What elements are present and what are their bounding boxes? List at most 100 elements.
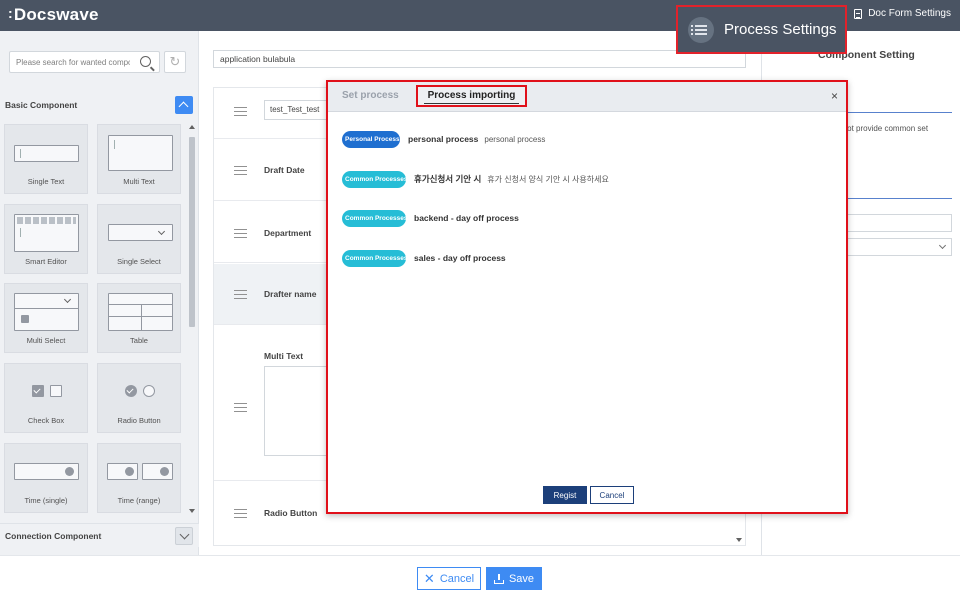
time-range-start-icon [107,463,138,480]
row-label: Drafter name [264,289,317,299]
row-text-input[interactable]: test_Test_test [264,100,334,120]
process-name: 휴가신청서 기안 시 [414,174,482,184]
component-time-single[interactable]: Time (single) [4,443,88,513]
form-title-input[interactable]: application bulabula [213,50,746,68]
component-search [9,51,160,73]
save-button[interactable]: Save [486,567,542,590]
process-settings-button[interactable]: Process Settings [676,5,847,54]
logo-text: Docswave [13,5,99,24]
bottom-action-bar: ✕ Cancel Save [0,555,960,592]
component-palette: ↻ Basic Component Single Text Multi Text… [0,31,199,555]
component-search-input[interactable] [10,52,130,72]
logo-mark-icon: : [8,5,13,21]
single-select-icon [108,224,173,241]
component-label: Smart Editor [25,257,67,266]
drag-handle-icon[interactable] [234,107,247,116]
basic-component-title: Basic Component [5,100,78,110]
save-icon [493,573,504,584]
row-label: Draft Date [264,165,305,175]
component-label: Multi Select [26,336,66,345]
component-label: Radio Button [117,416,161,425]
modal-header: Set process Process importing × [328,82,846,112]
process-modal: Set process Process importing × Personal… [326,80,848,514]
process-name: backend - day off process [414,213,519,223]
common-process-badge: Common Processes [342,170,408,188]
time-range-end-icon [142,463,173,480]
process-item[interactable]: Common Processes 휴가신청서 기안 시 휴가 신청서 양식 기안… [342,169,609,189]
multi-select-icon [14,293,79,331]
checked-box-icon [32,385,44,397]
scroll-down-icon[interactable] [189,509,195,513]
process-name: personal process [408,134,479,144]
refresh-icon: ↻ [169,54,181,69]
app-logo[interactable]: :Docswave [8,5,99,25]
component-table[interactable]: Table [97,283,181,353]
doc-form-settings-button[interactable]: Doc Form Settings [854,8,951,19]
tab-set-process[interactable]: Set process [342,90,399,101]
component-label: Time (range) [117,496,161,505]
connection-component-header[interactable]: Connection Component [0,523,199,547]
component-label: Check Box [27,416,65,425]
close-icon: ✕ [423,571,435,586]
process-item[interactable]: Common Processes sales - day off process [342,248,506,268]
drag-handle-icon[interactable] [234,403,247,412]
close-icon[interactable]: × [831,89,838,103]
component-label: Multi Text [123,177,155,186]
component-label: Single Select [117,257,161,266]
personal-process-badge: Personal Process [342,130,400,148]
tab-process-importing[interactable]: Process importing [416,85,527,107]
common-process-badge: Common Processes [342,249,408,267]
component-label: Table [130,336,148,345]
process-item[interactable]: Personal Process personal process person… [342,129,545,149]
row-label: Department [264,228,312,238]
component-label: Single Text [27,177,65,186]
collapse-basic-button[interactable] [175,96,193,114]
modal-cancel-button[interactable]: Cancel [590,486,634,504]
cancel-label: Cancel [439,572,475,585]
component-time-range[interactable]: Time (range) [97,443,181,513]
process-item[interactable]: Common Processes backend - day off proce… [342,208,519,228]
scroll-thumb[interactable] [189,137,195,327]
component-smart-editor[interactable]: Smart Editor [4,204,88,274]
row-textarea[interactable] [264,366,334,456]
component-check-box[interactable]: Check Box [4,363,88,433]
drag-handle-icon[interactable] [234,290,247,299]
component-multi-select[interactable]: Multi Select [4,283,88,353]
row-label: Radio Button [264,508,318,518]
process-description: 휴가 신청서 양식 기안 시 사용하세요 [487,174,609,184]
component-multi-text[interactable]: Multi Text [97,124,181,194]
drag-handle-icon[interactable] [234,229,247,238]
common-process-badge: Common Processes [342,209,408,227]
process-name: sales - day off process [414,253,506,263]
basic-component-header[interactable]: Basic Component [0,93,199,117]
scroll-up-icon[interactable] [189,125,195,129]
chevron-up-icon [178,101,189,112]
search-icon[interactable] [140,56,151,67]
connection-component-title: Connection Component [5,531,102,541]
expand-connection-button[interactable] [175,527,193,545]
single-text-icon [14,145,79,162]
cancel-button[interactable]: ✕ Cancel [417,567,481,590]
refresh-button[interactable]: ↻ [164,51,186,73]
component-grid: Single Text Multi Text Smart Editor Sing… [4,124,188,514]
scroll-down-icon[interactable] [736,538,742,542]
component-label: Time (single) [24,496,68,505]
radio-unchecked-icon [143,385,155,397]
component-radio-button[interactable]: Radio Button [97,363,181,433]
drag-handle-icon[interactable] [234,166,247,175]
setting-select[interactable] [832,238,952,256]
component-single-select[interactable]: Single Select [97,204,181,274]
component-single-text[interactable]: Single Text [4,124,88,194]
table-icon [108,293,173,331]
drag-handle-icon[interactable] [234,509,247,518]
regist-button[interactable]: Regist [543,486,587,504]
process-settings-label: Process Settings [724,21,837,38]
chevron-down-icon [938,241,947,250]
row-label: Multi Text [264,351,304,361]
time-single-icon [14,463,79,480]
palette-scrollbar[interactable] [188,123,196,515]
setting-input[interactable] [832,214,952,232]
list-icon [688,16,714,43]
section-divider [832,112,952,113]
chevron-down-icon [179,529,190,540]
